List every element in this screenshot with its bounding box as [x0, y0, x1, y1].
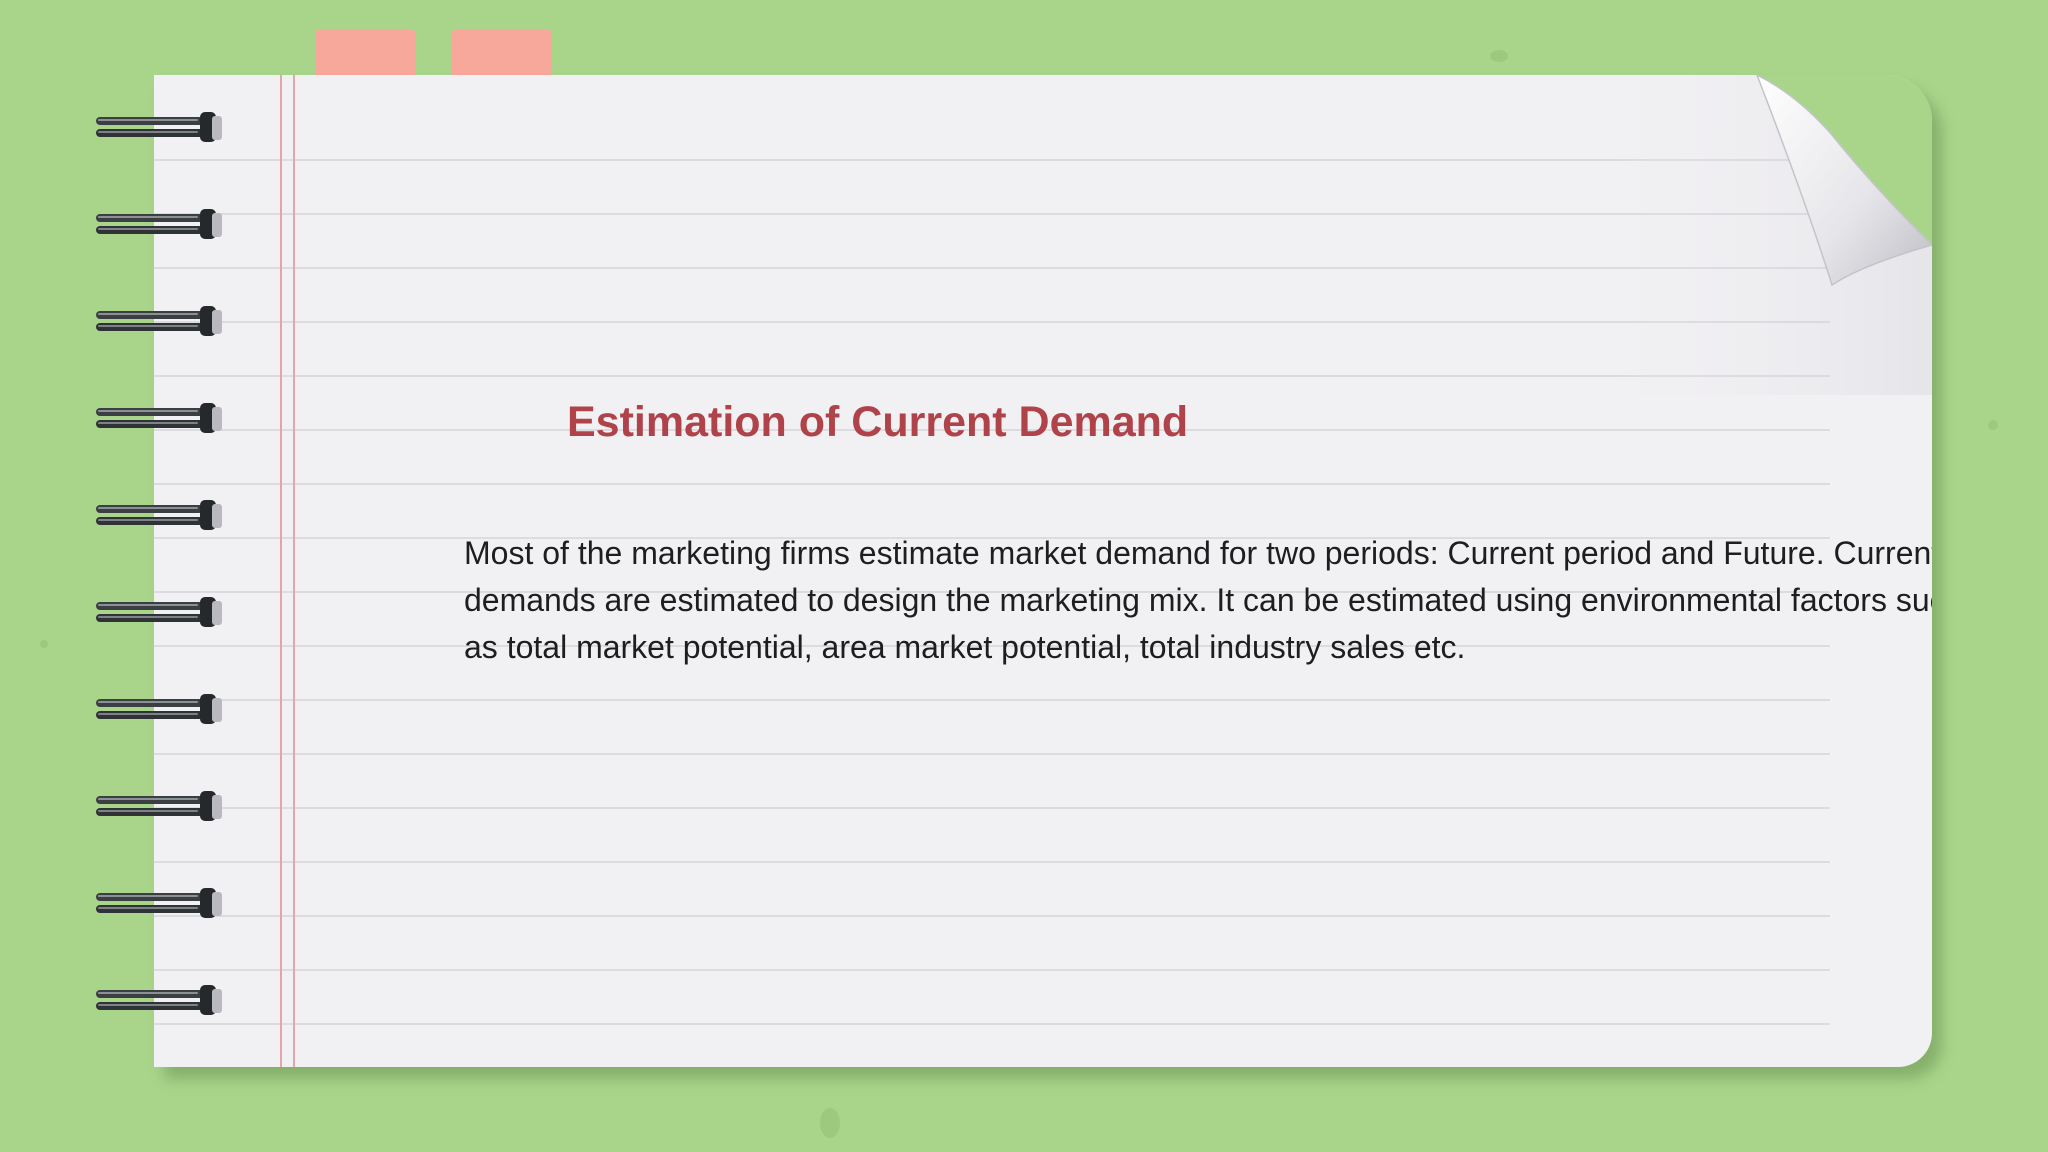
sticky-tab [315, 30, 415, 78]
spiral-ring-icon [96, 694, 222, 724]
ruled-line [154, 213, 1830, 215]
spiral-ring-icon [96, 888, 222, 918]
spiral-ring-icon [96, 403, 222, 433]
spiral-ring-icon [96, 500, 222, 530]
background-speckle [820, 1108, 840, 1138]
ruled-line [154, 483, 1830, 485]
background-speckle [1988, 420, 1998, 430]
spiral-ring-icon [96, 791, 222, 821]
ruled-line [154, 321, 1830, 323]
margin-line [293, 75, 295, 1067]
ruled-line [154, 861, 1830, 863]
ruled-line [154, 1023, 1830, 1025]
ruled-line [154, 267, 1830, 269]
spiral-ring-icon [96, 209, 222, 239]
margin-line [280, 75, 282, 1067]
ruled-line [154, 159, 1830, 161]
ruled-line [154, 915, 1830, 917]
ruled-line [154, 375, 1830, 377]
spiral-ring-icon [96, 985, 222, 1015]
slide-background: { "slide": { "title": "Estimation of Cur… [0, 0, 2048, 1152]
spiral-ring-icon [96, 597, 222, 627]
page-curl-icon [1572, 75, 1932, 395]
ruled-line [154, 753, 1830, 755]
ruled-line [154, 699, 1830, 701]
spiral-ring-icon [96, 112, 222, 142]
spiral-ring-icon [96, 306, 222, 336]
notebook-page: Estimation of Current Demand Most of the… [154, 75, 1932, 1067]
ruled-line [154, 807, 1830, 809]
sticky-tab [452, 30, 552, 78]
slide-title: Estimation of Current Demand [567, 398, 1189, 446]
background-speckle [1490, 50, 1508, 62]
background-speckle [40, 640, 48, 648]
slide-body-text: Most of the marketing firms estimate mar… [464, 535, 1932, 665]
ruled-line [154, 969, 1830, 971]
